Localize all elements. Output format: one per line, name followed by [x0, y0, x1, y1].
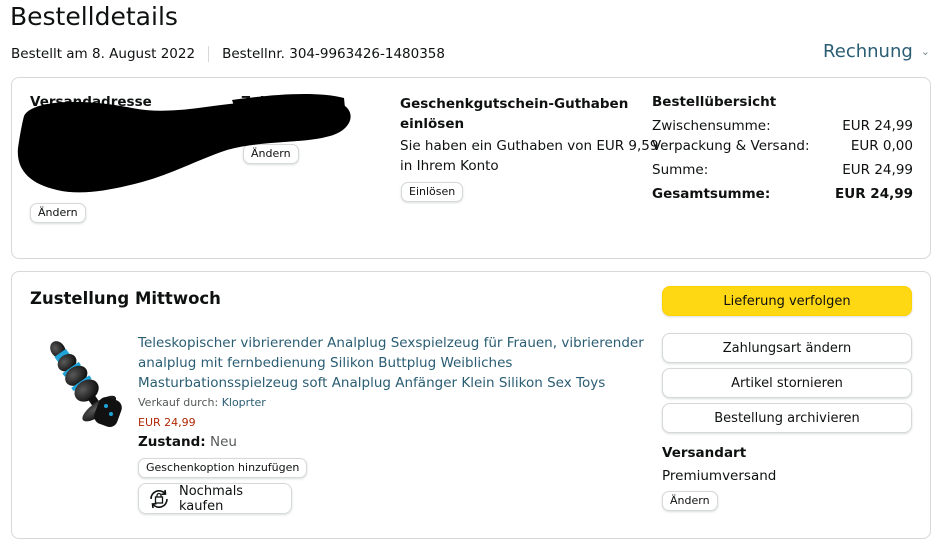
item-condition: Zustand: Neu — [138, 434, 237, 450]
product-title-link[interactable]: Teleskopischer vibrierender Analplug Sex… — [138, 333, 644, 393]
summary-row-subtotal: Zwischensumme: EUR 24,99 — [652, 118, 913, 134]
summary-row-shipping: Verpackung & Versand: EUR 0,00 — [652, 138, 913, 154]
invoice-label: Rechnung — [823, 41, 913, 62]
summary-value: EUR 0,00 — [850, 138, 913, 154]
seller-info: Verkauf durch: Kloprter — [138, 396, 266, 409]
product-title-line1: Teleskopischer vibrierender Analplug Sex… — [138, 335, 644, 351]
shipping-method-change-button[interactable]: Ändern — [662, 491, 718, 511]
giftcard-text-line1: Sie haben ein Guthaben von EUR 9,59 — [400, 138, 659, 154]
giftcard-redeem-button[interactable]: Einlösen — [401, 182, 464, 202]
seller-label: Verkauf durch: — [138, 396, 219, 409]
page-title: Bestelldetails — [10, 2, 178, 31]
summary-row-total: Summe: EUR 24,99 — [652, 162, 913, 178]
gift-option-button[interactable]: Geschenkoption hinzufügen — [138, 458, 308, 478]
change-payment-button[interactable]: Zahlungsart ändern — [662, 333, 912, 363]
product-image[interactable] — [36, 334, 128, 428]
condition-value: Neu — [209, 434, 237, 450]
order-date: Bestellt am 8. August 2022 — [11, 46, 196, 62]
summary-label: Gesamtsumme: — [652, 186, 771, 202]
shipping-method-value: Premiumversand — [662, 468, 777, 484]
buy-again-icon — [147, 487, 171, 511]
meta-divider — [208, 46, 210, 62]
summary-label: Zwischensumme: — [652, 118, 771, 134]
summary-label: Summe: — [652, 162, 709, 178]
summary-title: Bestellübersicht — [652, 94, 777, 110]
condition-label: Zustand: — [138, 434, 206, 450]
giftcard-text: Sie haben ein Guthaben von EUR 9,59 in I… — [400, 136, 658, 176]
product-title-line3: Masturbationsspielzeug soft Analplug Anf… — [138, 375, 606, 391]
buy-again-label: Nochmals kaufen — [179, 483, 244, 514]
archive-order-button[interactable]: Bestellung archivieren — [662, 403, 912, 433]
chevron-down-icon: ⌄ — [920, 45, 930, 58]
giftcard-text-line2: in Ihrem Konto — [400, 158, 499, 174]
order-meta: Bestellt am 8. August 2022 Bestellnr. 30… — [11, 46, 445, 62]
giftcard-title-line1: Geschenkgutschein-Guthaben — [400, 96, 629, 112]
summary-label: Verpackung & Versand: — [652, 138, 810, 154]
order-info-box: Versandadresse Ändern Zahlungsart Ändern… — [11, 77, 931, 259]
track-delivery-button[interactable]: Lieferung verfolgen — [662, 286, 912, 316]
summary-row-grand-total: Gesamtsumme: EUR 24,99 — [652, 186, 913, 202]
giftcard-title: Geschenkgutschein-Guthaben einlösen — [400, 94, 628, 134]
summary-value: EUR 24,99 — [842, 162, 913, 178]
seller-link[interactable]: Kloprter — [222, 396, 266, 409]
product-title-line2: analplug mit fernbedienung Silikon Buttp… — [138, 355, 513, 371]
shipping-method-title: Versandart — [662, 445, 747, 461]
summary-value: EUR 24,99 — [842, 118, 913, 134]
delivery-title: Zustellung Mittwoch — [30, 289, 221, 308]
giftcard-title-line2: einlösen — [400, 116, 465, 132]
shipment-box: Zustellung Mittwoch Teleskopischer vibri… — [11, 271, 931, 539]
buy-again-button[interactable]: Nochmals kaufen — [138, 483, 292, 514]
cancel-item-button[interactable]: Artikel stornieren — [662, 368, 912, 398]
redaction-scribble — [17, 94, 351, 193]
invoice-link[interactable]: Rechnung ⌄ — [823, 41, 930, 62]
summary-value: EUR 24,99 — [835, 186, 913, 202]
order-number: Bestellnr. 304-9963426-1480358 — [222, 46, 445, 62]
item-price: EUR 24,99 — [138, 416, 196, 429]
